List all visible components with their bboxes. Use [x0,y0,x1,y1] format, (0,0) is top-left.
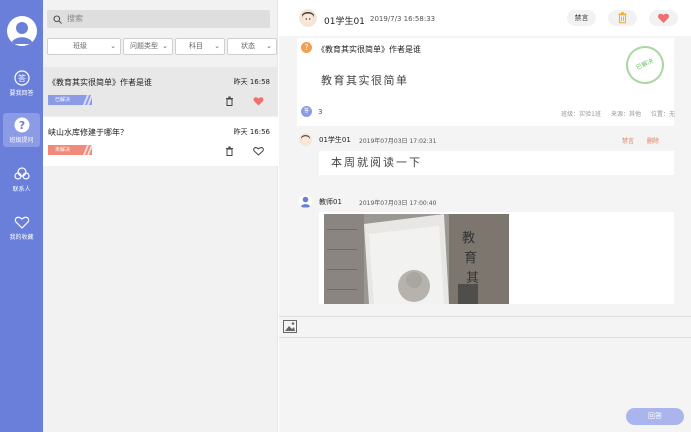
question-list-panel: 搜索 班级 ⌄ 问题类型 ⌄ 科目 ⌄ 状态 ⌄ 《教育其实很简单》作者是谁 昨天 16… [43,0,278,432]
sidebar-item-contacts[interactable]: 联系人 [3,162,40,196]
teacher-avatar-icon [299,195,312,208]
answer-count-icon: 答 [301,106,312,117]
question-title: 《教育其实很简单》作者是谁 [48,78,152,87]
avatar [299,9,317,27]
post-date: 2019/7/3 16:58:33 [370,15,436,23]
question-body: 教育其实很简单 [321,74,409,87]
question-mark-icon: ? [301,42,312,53]
mute-button[interactable]: 禁言 [622,138,634,145]
filter-question-type[interactable]: 问题类型 ⌄ [123,38,173,55]
meta-position: 位置：无 [650,111,675,118]
detail-header: 01学生01 2019/7/3 16:58:33 禁言 [279,0,691,36]
list-item[interactable]: 《教育其实很简单》作者是谁 昨天 16:58 已解决 [43,67,278,116]
contacts-icon [13,167,30,180]
reply-item: 01学生01 2019年07月03日 17:02:31 禁言 删除 本周就阅读一下 [297,130,677,186]
chevron-down-icon: ⌄ [214,42,220,50]
filter-bar: 班级 ⌄ 问题类型 ⌄ 科目 ⌄ 状态 ⌄ [47,38,277,55]
sidebar-item-label: 联系人 [12,186,31,193]
sidebar: 答 要我回答 ? 班级提问 联系人 我的收藏 [0,0,43,432]
filter-status[interactable]: 状态 ⌄ [227,38,277,55]
list-item[interactable]: 峡山水库修建于哪年？ 昨天 16:56 未解决 [43,117,278,166]
chevron-down-icon: ⌄ [266,42,272,50]
answer-count: 3 [318,108,323,116]
mute-button[interactable]: 禁言 [567,10,596,26]
heart-icon [14,216,29,229]
question-time: 昨天 16:56 [233,128,270,136]
status-badge: 已解决 [48,95,93,105]
svg-text:?: ? [18,119,24,132]
answer-icon: 答 [13,70,30,86]
chevron-down-icon: ⌄ [110,42,116,50]
question-title: 《教育其实很简单》作者是谁 [317,45,421,54]
trash-icon[interactable] [225,96,234,106]
reply-item: 教师01 2019年07月03日 17:00:40 教 育 其 [297,192,677,312]
reply-attachment: 教 育 其 [319,212,674,304]
svg-text:答: 答 [18,73,26,83]
meta-class: 班级：实验1班 [561,111,601,118]
filter-subject[interactable]: 科目 ⌄ [175,38,225,55]
chevron-down-icon: ⌄ [162,42,168,50]
svg-text:教: 教 [462,230,475,246]
reply-author: 教师01 [319,198,342,206]
heart-icon[interactable] [253,96,264,106]
avatar [299,133,312,146]
reply-date: 2019年07月03日 17:00:40 [359,200,437,207]
search-icon [53,15,62,24]
sidebar-item-class-questions[interactable]: ? 班级提问 [3,113,40,147]
heart-outline-icon[interactable] [253,146,264,156]
favorite-button[interactable] [649,10,678,26]
question-time: 昨天 16:58 [233,78,270,86]
delete-button[interactable] [608,10,637,26]
compose-toolbar [279,316,691,338]
attached-photo[interactable]: 教 育 其 [324,214,509,304]
heart-icon [658,13,669,23]
filter-class[interactable]: 班级 ⌄ [47,38,121,55]
sidebar-item-answer[interactable]: 答 要我回答 [3,66,40,100]
delete-button[interactable]: 删除 [647,138,659,145]
author-name: 01学生01 [324,17,365,27]
sidebar-item-label: 班级提问 [9,137,34,144]
svg-text:育: 育 [464,250,477,266]
question-icon: ? [14,117,29,133]
user-avatar[interactable] [7,16,37,46]
sidebar-item-favorites[interactable]: 我的收藏 [3,210,40,244]
search-placeholder: 搜索 [67,14,83,23]
reply-body: 本周就阅读一下 [319,151,674,175]
trash-icon [618,12,627,24]
reply-actions: 禁言 删除 [609,136,659,145]
question-detail: 01学生01 2019/7/3 16:58:33 禁言 ? 《教育其实很简单》作… [279,0,691,432]
reply-date: 2019年07月03日 17:02:31 [359,138,437,145]
image-icon[interactable] [283,320,297,333]
reply-author: 01学生01 [319,136,351,144]
question-title: 峡山水库修建于哪年？ [48,128,128,137]
meta-source: 来源：其他 [610,111,641,118]
resolved-stamp: 已解决 [619,39,671,91]
search-input[interactable]: 搜索 [47,10,270,28]
trash-icon[interactable] [225,146,234,156]
question-card: ? 《教育其实很简单》作者是谁 教育其实很简单 已解决 答 3 班级：实验1班 来… [297,38,675,126]
sidebar-item-label: 我的收藏 [9,234,34,241]
answer-button[interactable]: 回答 [626,408,684,425]
question-meta: 班级：实验1班 来源：其他 位置：无 [551,109,675,118]
svg-text:其: 其 [466,271,479,286]
status-badge: 未解决 [48,145,93,155]
sidebar-item-label: 要我回答 [9,90,34,97]
